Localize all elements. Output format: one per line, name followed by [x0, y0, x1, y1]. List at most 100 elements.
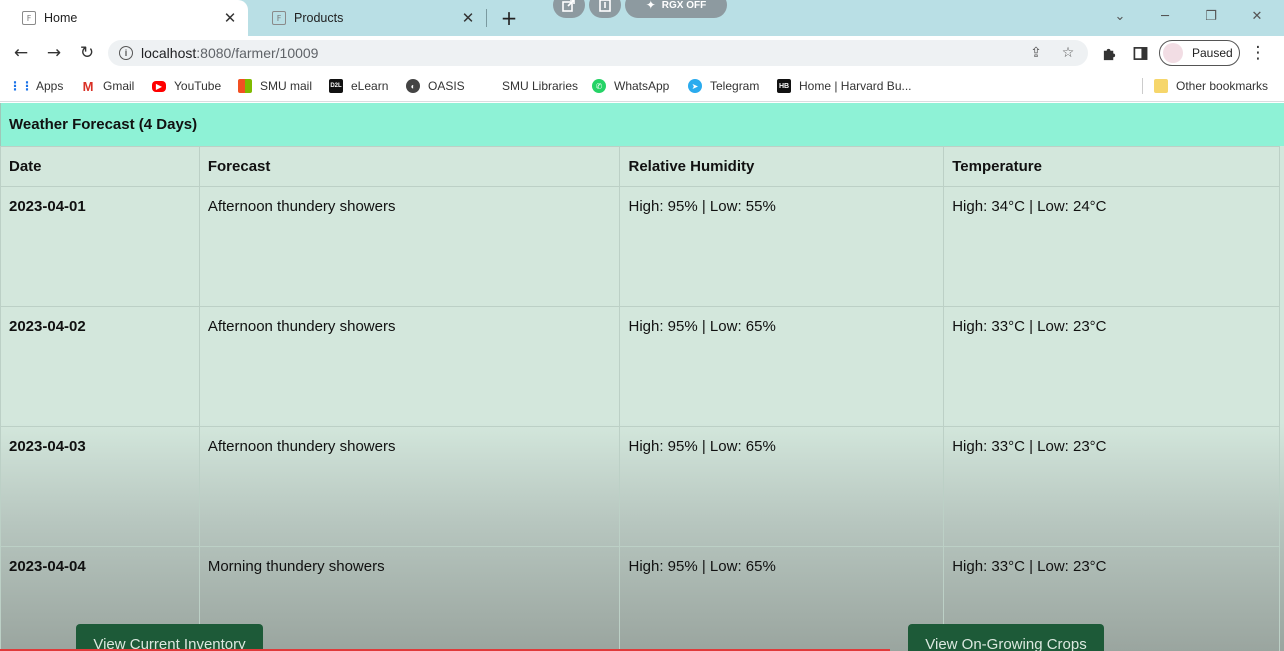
forecast-title: Weather Forecast (4 Days) [0, 103, 1284, 146]
youtube-icon: ▶ [152, 80, 166, 92]
cell-date: 2023-04-03 [0, 426, 200, 547]
bookmark-other-folder[interactable]: Other bookmarks [1154, 77, 1268, 95]
bookmark-label: eLearn [351, 79, 389, 93]
bookmark-harvard[interactable]: HB Home | Harvard Bu... [777, 77, 912, 95]
extensions-puzzle-icon[interactable] [1097, 41, 1121, 65]
tab-products[interactable]: F Products ✕ [250, 0, 486, 36]
sparkle-icon: ✦ [645, 0, 656, 12]
table-row: 2023-04-01 Afternoon thundery showers Hi… [0, 186, 1280, 307]
cell-humidity: High: 95% | Low: 55% [619, 186, 945, 307]
reload-button[interactable]: ↻ [75, 41, 99, 65]
back-button[interactable]: ← [9, 41, 33, 65]
close-tab-icon[interactable]: ✕ [458, 8, 478, 28]
bookmark-label: SMU Libraries [502, 79, 579, 93]
cell-date: 2023-04-02 [0, 306, 200, 427]
cell-temperature: High: 34°C | Low: 24°C [943, 186, 1280, 307]
share-icon[interactable]: ⇪ [1024, 41, 1048, 65]
cell-date: 2023-04-01 [0, 186, 200, 307]
table-row: 2023-04-03 Afternoon thundery showers Hi… [0, 426, 1280, 547]
bookmark-star-icon[interactable]: ☆ [1056, 41, 1080, 65]
bookmarks-bar: ⋮⋮ Apps M Gmail ▶ YouTube SMU mail D2L e… [0, 70, 1284, 102]
rgx-label: RGX OFF [661, 0, 707, 11]
bookmark-label: YouTube [174, 79, 222, 93]
bookmark-label: WhatsApp [614, 79, 670, 93]
page-favicon-icon: F [272, 11, 286, 25]
close-window-button[interactable]: ✕ [1243, 6, 1271, 26]
apps-grid-icon: ⋮⋮ [9, 79, 33, 93]
bookmark-divider [1142, 78, 1143, 94]
bookmark-youtube[interactable]: ▶ YouTube [152, 77, 221, 95]
bookmark-label: Home | Harvard Bu... [799, 79, 912, 93]
folder-icon [1154, 79, 1168, 93]
bookmark-label: OASIS [428, 79, 465, 93]
view-crops-button[interactable]: View On-Growing Crops [908, 624, 1104, 651]
bookmark-gmail[interactable]: M Gmail [81, 77, 135, 95]
bookmark-whatsapp[interactable]: ✆ WhatsApp [592, 77, 669, 95]
cell-temperature: High: 33°C | Low: 23°C [943, 306, 1280, 427]
tab-title: Home [44, 11, 78, 25]
bookmark-label: Other bookmarks [1176, 79, 1269, 93]
header-temperature: Temperature [943, 146, 1280, 187]
bookmark-telegram[interactable]: ➤ Telegram [688, 77, 759, 95]
url-path: :8080/farmer/10009 [196, 45, 319, 61]
side-panel-icon[interactable] [1128, 41, 1152, 65]
cell-forecast: Afternoon thundery showers [198, 306, 621, 427]
exit-icon [599, 0, 611, 12]
avatar [1163, 43, 1183, 63]
page-favicon-icon: F [22, 11, 36, 25]
bookmark-apps[interactable]: ⋮⋮ Apps [9, 77, 64, 95]
kebab-menu-icon[interactable]: ⋮ [1246, 41, 1270, 65]
page-content: Weather Forecast (4 Days) Date Forecast … [0, 103, 1284, 651]
minimize-button[interactable]: ─ [1151, 6, 1179, 26]
tab-divider [486, 9, 487, 27]
table-header-row: Date Forecast Relative Humidity Temperat… [0, 146, 1280, 187]
cell-temperature: High: 33°C | Low: 23°C [943, 426, 1280, 547]
address-bar[interactable]: i localhost:8080/farmer/10009 ⇪ ☆ [108, 40, 1088, 66]
overlay-popout-button[interactable] [553, 0, 585, 18]
globe-icon: ◐ [406, 79, 420, 93]
cell-humidity: High: 95% | Low: 65% [619, 546, 945, 651]
gmail-icon: M [82, 78, 94, 94]
bookmark-label: Telegram [710, 79, 760, 93]
header-forecast: Forecast [198, 146, 621, 187]
blank-icon [480, 79, 494, 93]
url-text[interactable]: localhost:8080/farmer/10009 [141, 45, 1024, 61]
url-host: localhost [141, 45, 197, 61]
tab-strip: F Home ✕ F Products ✕ + ✦ RGX OFF ⌄ ─ ❐ … [0, 0, 1284, 36]
restore-button[interactable]: ❐ [1197, 6, 1225, 26]
bookmark-oasis[interactable]: ◐ OASIS [406, 77, 465, 95]
bookmark-smu-libraries[interactable]: SMU Libraries [480, 77, 578, 95]
view-inventory-button[interactable]: View Current Inventory [76, 624, 263, 651]
tab-search-chevron-icon[interactable]: ⌄ [1106, 6, 1134, 26]
tab-home[interactable]: F Home ✕ [0, 0, 248, 36]
tab-title: Products [294, 11, 344, 25]
site-info-icon[interactable]: i [119, 46, 133, 60]
bookmark-label: Apps [36, 79, 64, 93]
bookmark-label: SMU mail [260, 79, 313, 93]
cell-humidity: High: 95% | Low: 65% [619, 306, 945, 427]
header-humidity: Relative Humidity [619, 146, 945, 187]
telegram-icon: ➤ [688, 79, 702, 93]
rgx-toggle-button[interactable]: ✦ RGX OFF [625, 0, 727, 18]
table-row: 2023-04-02 Afternoon thundery showers Hi… [0, 306, 1280, 427]
overlay-exit-button[interactable] [589, 0, 621, 18]
forward-button[interactable]: → [42, 41, 66, 65]
popout-icon [562, 0, 575, 12]
profile-button[interactable]: Paused [1159, 40, 1240, 66]
cell-forecast: Afternoon thundery showers [198, 186, 621, 307]
bookmark-smu-mail[interactable]: SMU mail [238, 77, 312, 95]
close-tab-icon[interactable]: ✕ [220, 8, 240, 28]
new-tab-button[interactable]: + [497, 6, 521, 30]
browser-toolbar: ← → ↻ i localhost:8080/farmer/10009 ⇪ ☆ … [0, 36, 1284, 70]
whatsapp-icon: ✆ [592, 79, 606, 93]
hb-icon: HB [777, 79, 791, 93]
profile-status: Paused [1192, 46, 1233, 60]
cell-forecast: Afternoon thundery showers [198, 426, 621, 547]
bookmark-label: Gmail [103, 79, 135, 93]
microsoft-icon [238, 79, 252, 93]
cell-humidity: High: 95% | Low: 65% [619, 426, 945, 547]
d2l-icon: D2L [329, 79, 343, 93]
header-date: Date [0, 146, 200, 187]
bookmark-elearn[interactable]: D2L eLearn [329, 77, 388, 95]
forecast-table: Date Forecast Relative Humidity Temperat… [0, 146, 1280, 651]
